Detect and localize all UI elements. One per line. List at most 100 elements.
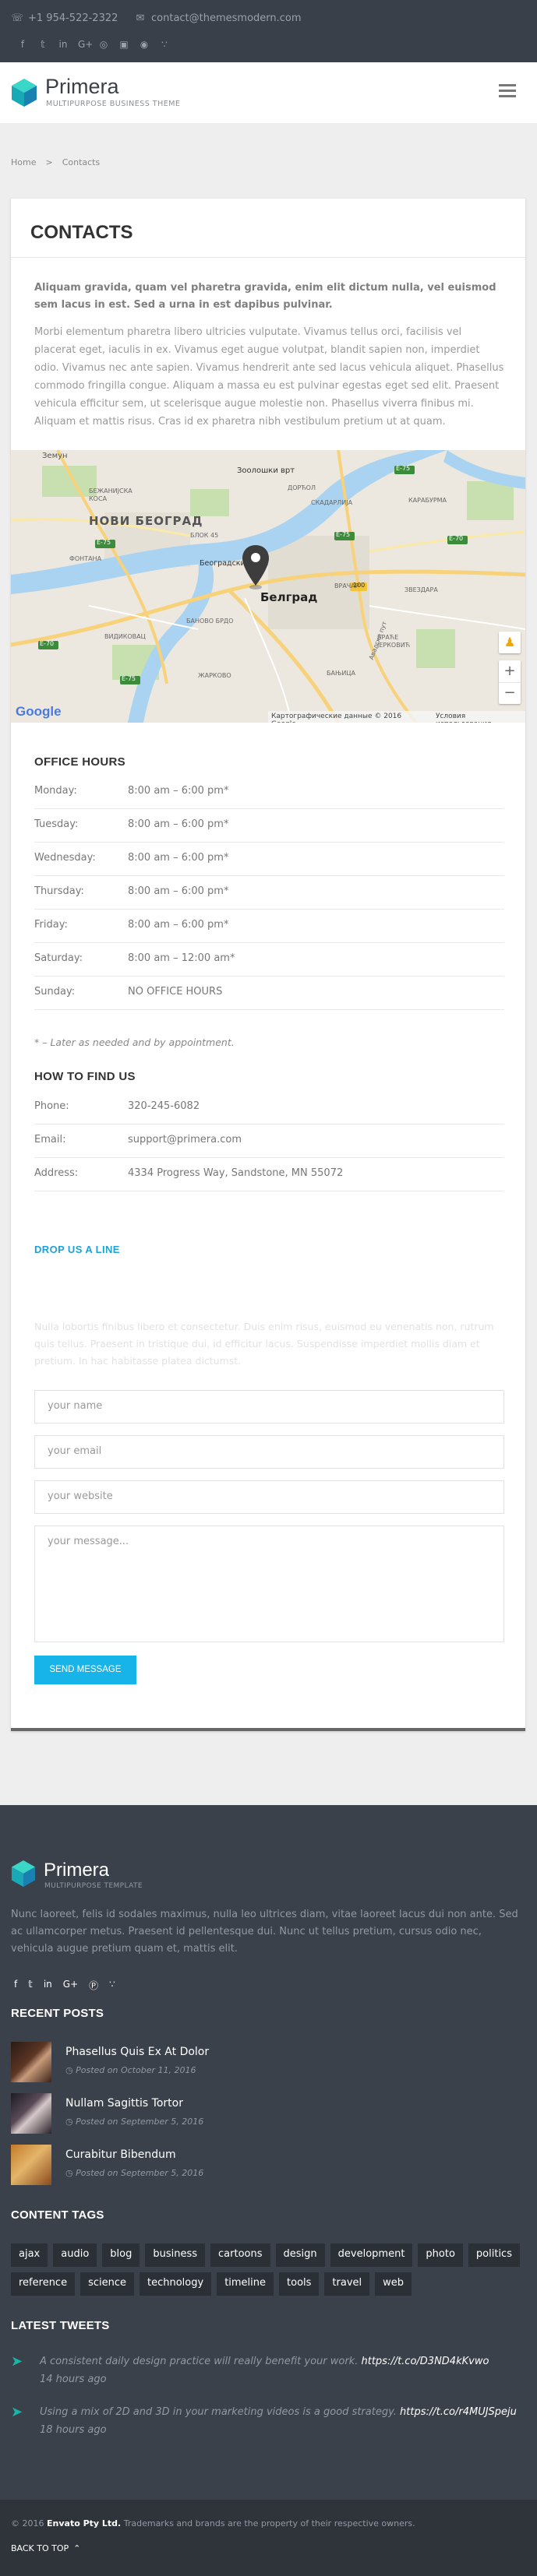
- contacts-card: CONTACTS Aliquam gravida, quam vel phare…: [11, 199, 525, 1731]
- linkedin-icon[interactable]: in: [44, 1979, 52, 1992]
- map-badge-e75-b: E-75: [336, 531, 351, 538]
- map-label-brace: БРАЋЕ ЈЕРКОВИЋ: [377, 634, 410, 649]
- map-label-zemun: Земун: [42, 452, 68, 460]
- tweet-body: A consistent daily design practice will …: [40, 2356, 359, 2367]
- post-title[interactable]: Phasellus Quis Ex At Dolor: [65, 2046, 209, 2058]
- footer-about: Nunc laoreet, felis id sodales maximus, …: [11, 1909, 518, 1955]
- hours-time: NO OFFICE HOURS: [128, 986, 223, 998]
- map-label-beograd: Белград: [260, 590, 318, 604]
- send-message-button[interactable]: SEND MESSAGE: [34, 1656, 136, 1684]
- tag-item[interactable]: photo: [418, 2243, 463, 2267]
- post-thumbnail[interactable]: [11, 2093, 51, 2134]
- twitter-icon[interactable]: 𝕥: [28, 1979, 33, 1992]
- website-field[interactable]: your website: [34, 1480, 504, 1514]
- tag-item[interactable]: technology: [140, 2272, 212, 2296]
- rss-icon[interactable]: ∵: [159, 39, 170, 50]
- name-field[interactable]: your name: [34, 1390, 504, 1423]
- google-plus-icon[interactable]: G+: [63, 1979, 78, 1992]
- footer-logo-cube-icon[interactable]: [11, 1860, 36, 1888]
- contact-value: 4334 Progress Way, Sandstone, MN 55072: [128, 1167, 344, 1179]
- zoom-in-button[interactable]: +: [499, 660, 521, 682]
- facebook-icon[interactable]: f: [14, 1979, 17, 1992]
- topbar-phone[interactable]: ☏ +1 954-522-2322: [11, 12, 118, 24]
- contact-value[interactable]: support@primera.com: [128, 1134, 242, 1145]
- hours-day: Sunday:: [34, 986, 76, 998]
- post-thumbnail[interactable]: [11, 2042, 51, 2082]
- tag-item[interactable]: tools: [279, 2272, 320, 2296]
- github-icon[interactable]: ◉: [139, 39, 150, 50]
- intro-lead: Aliquam gravida, quam vel pharetra gravi…: [34, 282, 496, 311]
- breadcrumb-home[interactable]: Home: [11, 157, 36, 167]
- map-label-dorcol: ДОРЋОЛ: [288, 484, 316, 491]
- footer-brand[interactable]: Primera: [44, 1860, 109, 1881]
- facebook-icon[interactable]: f: [17, 39, 28, 50]
- tag-item[interactable]: design: [275, 2243, 325, 2267]
- tag-item[interactable]: business: [145, 2243, 206, 2267]
- email-field[interactable]: your email: [34, 1435, 504, 1469]
- hamburger-icon[interactable]: [499, 84, 516, 98]
- pegman-icon[interactable]: ♟: [499, 632, 521, 653]
- logo-cube-icon[interactable]: [11, 78, 37, 107]
- office-hours-title: OFFICE HOURS: [34, 755, 125, 769]
- google-logo[interactable]: Google: [16, 704, 62, 720]
- tag-item[interactable]: cartoons: [210, 2243, 270, 2267]
- zoom-out-button[interactable]: −: [499, 682, 521, 704]
- linkedin-icon[interactable]: in: [58, 39, 69, 50]
- tag-item[interactable]: reference: [11, 2272, 76, 2296]
- tweet-time: 14 hours ago: [40, 2374, 107, 2385]
- dribbble-icon[interactable]: ◎: [98, 39, 109, 50]
- twitter-icon[interactable]: 𝕥: [37, 39, 48, 50]
- email-text: contact@themesmodern.com: [151, 12, 302, 24]
- map-badge-e75-a: E-75: [97, 539, 111, 546]
- post-thumbnail[interactable]: [11, 2145, 51, 2185]
- tag-item[interactable]: blog: [102, 2243, 140, 2267]
- tweet-link[interactable]: https://t.co/r4MUJSpeju: [400, 2406, 517, 2418]
- tag-item[interactable]: science: [80, 2272, 134, 2296]
- hours-row: Tuesday: 8:00 am – 6:00 pm*: [34, 809, 504, 843]
- message-field[interactable]: your message...: [34, 1526, 504, 1642]
- tag-item[interactable]: audio: [53, 2243, 97, 2267]
- contact-value[interactable]: 320-245-6082: [128, 1100, 200, 1112]
- contact-row-phone: Phone: 320-245-6082: [34, 1091, 504, 1124]
- post-date-text: Posted on September 5, 2016: [76, 2117, 204, 2127]
- map-terms-link[interactable]: Условия использования: [436, 713, 522, 723]
- topbar-email[interactable]: ✉ contact@themesmodern.com: [134, 12, 302, 24]
- map-label-zoo: Зоолошки врт: [237, 466, 295, 475]
- phone-icon: ☏: [11, 12, 24, 24]
- tag-item[interactable]: ajax: [11, 2243, 48, 2267]
- hours-day: Tuesday:: [34, 818, 79, 830]
- copyright-owner[interactable]: Envato Pty Ltd.: [47, 2518, 121, 2528]
- tag-item[interactable]: travel: [324, 2272, 370, 2296]
- breadcrumb-current: Contacts: [62, 157, 101, 167]
- brand-name[interactable]: Primera: [45, 75, 119, 99]
- brand-tagline: MULTIPURPOSE BUSINESS THEME: [46, 100, 181, 108]
- map-label-karaburma: КАРАБУРМА: [408, 497, 447, 504]
- instagram-icon[interactable]: ▣: [118, 39, 129, 50]
- post-title[interactable]: Curabitur Bibendum: [65, 2148, 176, 2161]
- phone-text: +1 954-522-2322: [28, 12, 118, 24]
- hours-time: 8:00 am – 6:00 pm*: [128, 919, 229, 931]
- name-placeholder: your name: [48, 1400, 103, 1412]
- google-map[interactable]: Земун Зоолошки врт БЕЖАНИЈСКА КОСА НОВИ …: [11, 450, 525, 723]
- back-to-top-link[interactable]: BACK TO TOP ⌃: [11, 2543, 80, 2553]
- footer-tagline: MULTIPURPOSE TEMPLATE: [44, 1882, 143, 1890]
- latest-tweets-title: LATEST TWEETS: [11, 2319, 110, 2332]
- map-label-banjica: БАЊИЦА: [327, 670, 355, 677]
- title-divider: [11, 257, 525, 258]
- map-pin-icon[interactable]: [242, 545, 269, 590]
- tag-cloud: ajax audio blog business cartoons design…: [11, 2243, 525, 2296]
- pinterest-icon[interactable]: Ⓟ: [89, 1979, 98, 1992]
- rss-icon[interactable]: ∵: [109, 1979, 115, 1992]
- post-title[interactable]: Nullam Sagittis Tortor: [65, 2097, 183, 2110]
- tag-item[interactable]: web: [375, 2272, 412, 2296]
- message-placeholder: your message...: [48, 1536, 129, 1547]
- map-badge-e75-d: E-75: [122, 675, 136, 682]
- tag-item[interactable]: development: [330, 2243, 413, 2267]
- email-placeholder: your email: [48, 1445, 102, 1457]
- google-plus-icon[interactable]: G+: [78, 39, 93, 50]
- tag-item[interactable]: politics: [468, 2243, 520, 2267]
- hours-day: Saturday:: [34, 952, 83, 964]
- site-header: Primera MULTIPURPOSE BUSINESS THEME: [0, 62, 537, 123]
- tag-item[interactable]: timeline: [217, 2272, 274, 2296]
- tweet-link[interactable]: https://t.co/D3ND4kKvwo: [361, 2356, 489, 2367]
